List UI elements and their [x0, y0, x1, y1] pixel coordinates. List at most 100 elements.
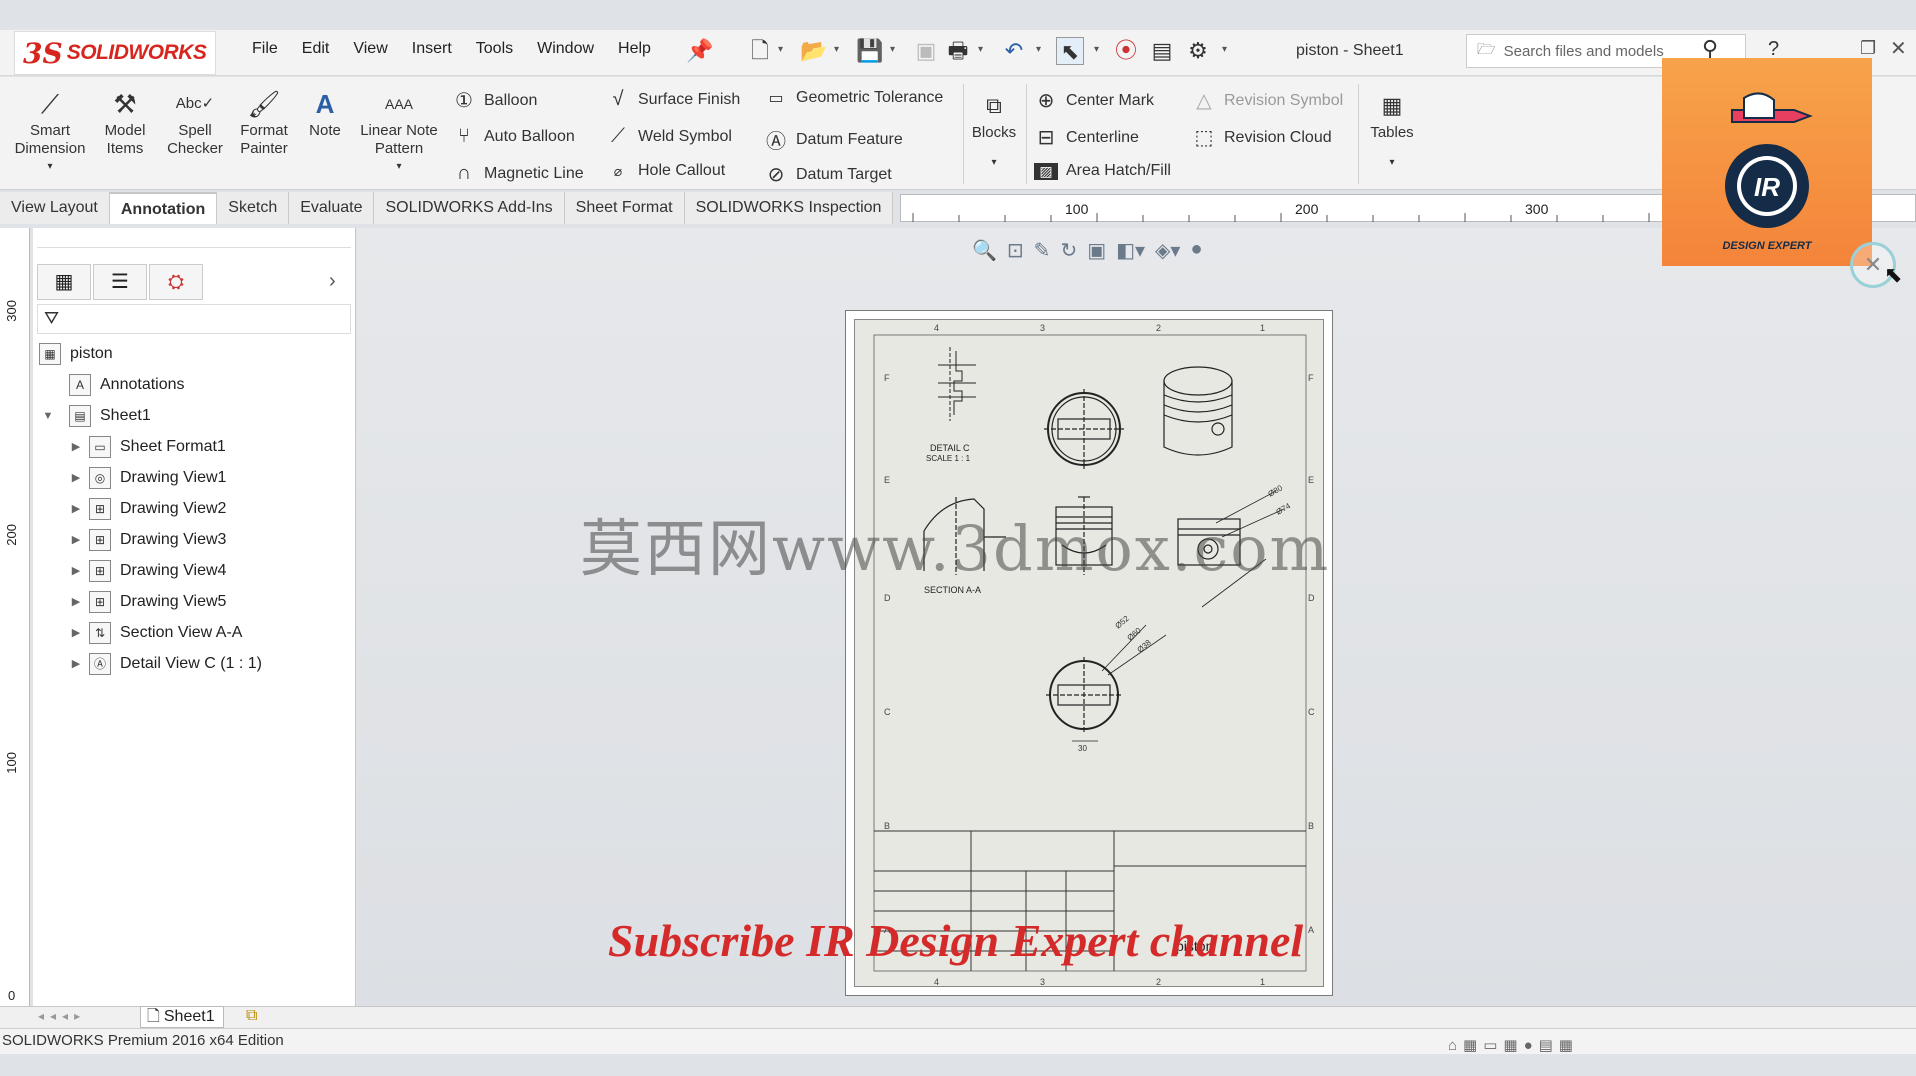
select-dropdown-icon[interactable]: ▾: [1094, 44, 1099, 55]
center-mark-button[interactable]: ⊕ Center Mark: [1034, 88, 1154, 113]
tab-view-layout[interactable]: View Layout: [0, 192, 110, 224]
tree-item-annotations[interactable]: A Annotations: [33, 369, 356, 400]
collapse-caret-icon[interactable]: ▶: [69, 626, 83, 639]
undo-dropdown-icon[interactable]: ▾: [1036, 44, 1041, 55]
chevron-down-icon[interactable]: ▾: [1364, 154, 1420, 172]
datum-feature-button[interactable]: Ⓐ Datum Feature: [764, 125, 903, 154]
menu-tools[interactable]: Tools: [476, 40, 513, 58]
hole-callout-button[interactable]: ⌀ Hole Callout: [606, 162, 725, 180]
drawing-sheet[interactable]: 4 3 2 1 4 3 2 1 F E D C B A F E D C B A …: [845, 310, 1333, 996]
tree-item-detail-view[interactable]: ▶ Ⓐ Detail View C (1 : 1): [33, 648, 356, 679]
hide-show-icon[interactable]: ◈▾: [1155, 238, 1180, 263]
print-dropdown-icon[interactable]: ▾: [978, 44, 983, 55]
new-document-icon[interactable]: 🗋: [746, 37, 774, 65]
open-icon[interactable]: 📂: [800, 37, 828, 65]
tree-item-section-view[interactable]: ▶ ⇅ Section View A-A: [33, 617, 356, 648]
chevron-down-icon[interactable]: ▾: [8, 158, 92, 176]
view-orientation-icon[interactable]: ▣: [1087, 238, 1106, 263]
traffic-light-icon[interactable]: ⦿: [1112, 37, 1140, 65]
status-bar-icons[interactable]: ⌂▦▭▦●▤▦: [1448, 1036, 1579, 1054]
menu-window[interactable]: Window: [537, 40, 594, 58]
tree-item-sheet1[interactable]: ▼ ▤ Sheet1: [33, 400, 356, 431]
save-icon[interactable]: 💾: [856, 37, 884, 65]
pin-icon[interactable]: 📌: [686, 37, 714, 65]
new-dropdown-icon[interactable]: ▾: [778, 44, 783, 55]
rotate-view-icon[interactable]: ↻: [1060, 238, 1077, 263]
close-window-icon[interactable]: ✕: [1890, 36, 1907, 61]
save-dropdown-icon[interactable]: ▾: [890, 44, 895, 55]
tab-inspection[interactable]: SOLIDWORKS Inspection: [684, 192, 894, 224]
chevron-right-icon[interactable]: ›: [329, 270, 336, 293]
zoom-to-area-icon[interactable]: ⊡: [1007, 238, 1024, 263]
zoom-to-fit-icon[interactable]: 🔍: [972, 238, 997, 263]
model-items-button[interactable]: ⚒ Model Items: [100, 86, 150, 158]
collapse-caret-icon[interactable]: ▶: [69, 533, 83, 546]
zone-row-label: F: [884, 373, 890, 383]
weld-symbol-button[interactable]: ⟋ Weld Symbol: [606, 125, 732, 148]
note-button[interactable]: A Note: [302, 86, 348, 140]
property-manager-tab-icon[interactable]: ☰: [93, 264, 147, 300]
format-painter-button[interactable]: 🖌 Format Painter: [234, 86, 294, 158]
chevron-down-icon[interactable]: ▾: [966, 154, 1022, 172]
tab-annotation[interactable]: Annotation: [109, 192, 218, 224]
geometric-tolerance-button[interactable]: ▭ Geometric Tolerance: [764, 88, 943, 108]
appearance-icon[interactable]: ●: [1190, 238, 1202, 263]
add-sheet-icon[interactable]: ⧉: [246, 1007, 257, 1025]
filter-input[interactable]: ⛛: [37, 304, 351, 334]
print-preview-icon[interactable]: ▣: [912, 37, 940, 65]
tree-item-drawing-view5[interactable]: ▶ ⊞ Drawing View5: [33, 586, 356, 617]
chevron-down-icon[interactable]: ▾: [354, 158, 444, 176]
smart-dimension-button[interactable]: ⟋ Smart Dimension ▾: [8, 86, 92, 176]
file-properties-icon[interactable]: ▤: [1148, 37, 1176, 65]
tables-button[interactable]: ▦ Tables ▾: [1364, 88, 1420, 172]
tree-item-drawing-view4[interactable]: ▶ ⊞ Drawing View4: [33, 555, 356, 586]
revision-symbol-button[interactable]: △ Revision Symbol: [1192, 88, 1343, 113]
collapse-caret-icon[interactable]: ▶: [69, 595, 83, 608]
surface-finish-button[interactable]: √ Surface Finish: [606, 88, 741, 111]
display-style-icon[interactable]: ◧▾: [1116, 238, 1145, 263]
options-dropdown-icon[interactable]: ▾: [1222, 44, 1227, 55]
revision-cloud-button[interactable]: ⬚ Revision Cloud: [1192, 125, 1332, 150]
undo-icon[interactable]: ↶: [1000, 37, 1028, 65]
menu-help[interactable]: Help: [618, 40, 651, 58]
tab-sheet-format[interactable]: Sheet Format: [564, 192, 685, 224]
auto-balloon-button[interactable]: ⑂ Auto Balloon: [452, 125, 575, 148]
blocks-button[interactable]: ⧉ Blocks ▾: [966, 88, 1022, 172]
tree-item-root[interactable]: ▦ piston: [33, 338, 356, 369]
balloon-button[interactable]: ① Balloon: [452, 88, 537, 113]
linear-note-pattern-button[interactable]: AAA Linear Note Pattern ▾: [354, 86, 444, 176]
sheet-tab-sheet1[interactable]: 🗋 Sheet1: [140, 1006, 224, 1028]
menu-insert[interactable]: Insert: [412, 40, 452, 58]
area-hatch-button[interactable]: ▨ Area Hatch/Fill: [1034, 162, 1171, 180]
tree-item-drawing-view3[interactable]: ▶ ⊞ Drawing View3: [33, 524, 356, 555]
feature-manager-tab-icon[interactable]: ▦: [37, 264, 91, 300]
collapse-caret-icon[interactable]: ▶: [69, 471, 83, 484]
spell-checker-button[interactable]: Abc✓ Spell Checker: [164, 86, 226, 158]
tab-evaluate[interactable]: Evaluate: [289, 192, 375, 224]
expand-caret-icon[interactable]: ▼: [41, 410, 55, 422]
open-dropdown-icon[interactable]: ▾: [834, 44, 839, 55]
collapse-caret-icon[interactable]: ▶: [69, 440, 83, 453]
magnetic-line-button[interactable]: ∩ Magnetic Line: [452, 162, 584, 185]
sheet-nav-arrows-icon[interactable]: ◂◂◂▸: [38, 1009, 86, 1023]
tree-item-sheet-format1[interactable]: ▶ ▭ Sheet Format1: [33, 431, 356, 462]
menu-view[interactable]: View: [353, 40, 387, 58]
options-gear-icon[interactable]: ⚙: [1184, 37, 1212, 65]
tab-sketch[interactable]: Sketch: [217, 192, 290, 224]
menu-edit[interactable]: Edit: [302, 40, 330, 58]
datum-target-button[interactable]: ⊘ Datum Target: [764, 162, 892, 187]
config-manager-tab-icon[interactable]: ⛭: [149, 264, 203, 300]
menu-file[interactable]: File: [252, 40, 278, 58]
tab-add-ins[interactable]: SOLIDWORKS Add-Ins: [374, 192, 565, 224]
collapse-caret-icon[interactable]: ▶: [69, 657, 83, 670]
centerline-button[interactable]: ⊟ Centerline: [1034, 125, 1139, 150]
select-pointer-icon[interactable]: ⬉: [1056, 37, 1084, 65]
solidworks-logo[interactable]: 3S SOLIDWORKS: [14, 31, 216, 75]
collapse-caret-icon[interactable]: ▶: [69, 502, 83, 515]
print-icon[interactable]: 🖶: [944, 37, 972, 65]
restore-window-icon[interactable]: ❐: [1860, 38, 1876, 59]
tree-item-drawing-view2[interactable]: ▶ ⊞ Drawing View2: [33, 493, 356, 524]
previous-view-icon[interactable]: ✎: [1034, 238, 1051, 263]
collapse-caret-icon[interactable]: ▶: [69, 564, 83, 577]
tree-item-drawing-view1[interactable]: ▶ ◎ Drawing View1: [33, 462, 356, 493]
